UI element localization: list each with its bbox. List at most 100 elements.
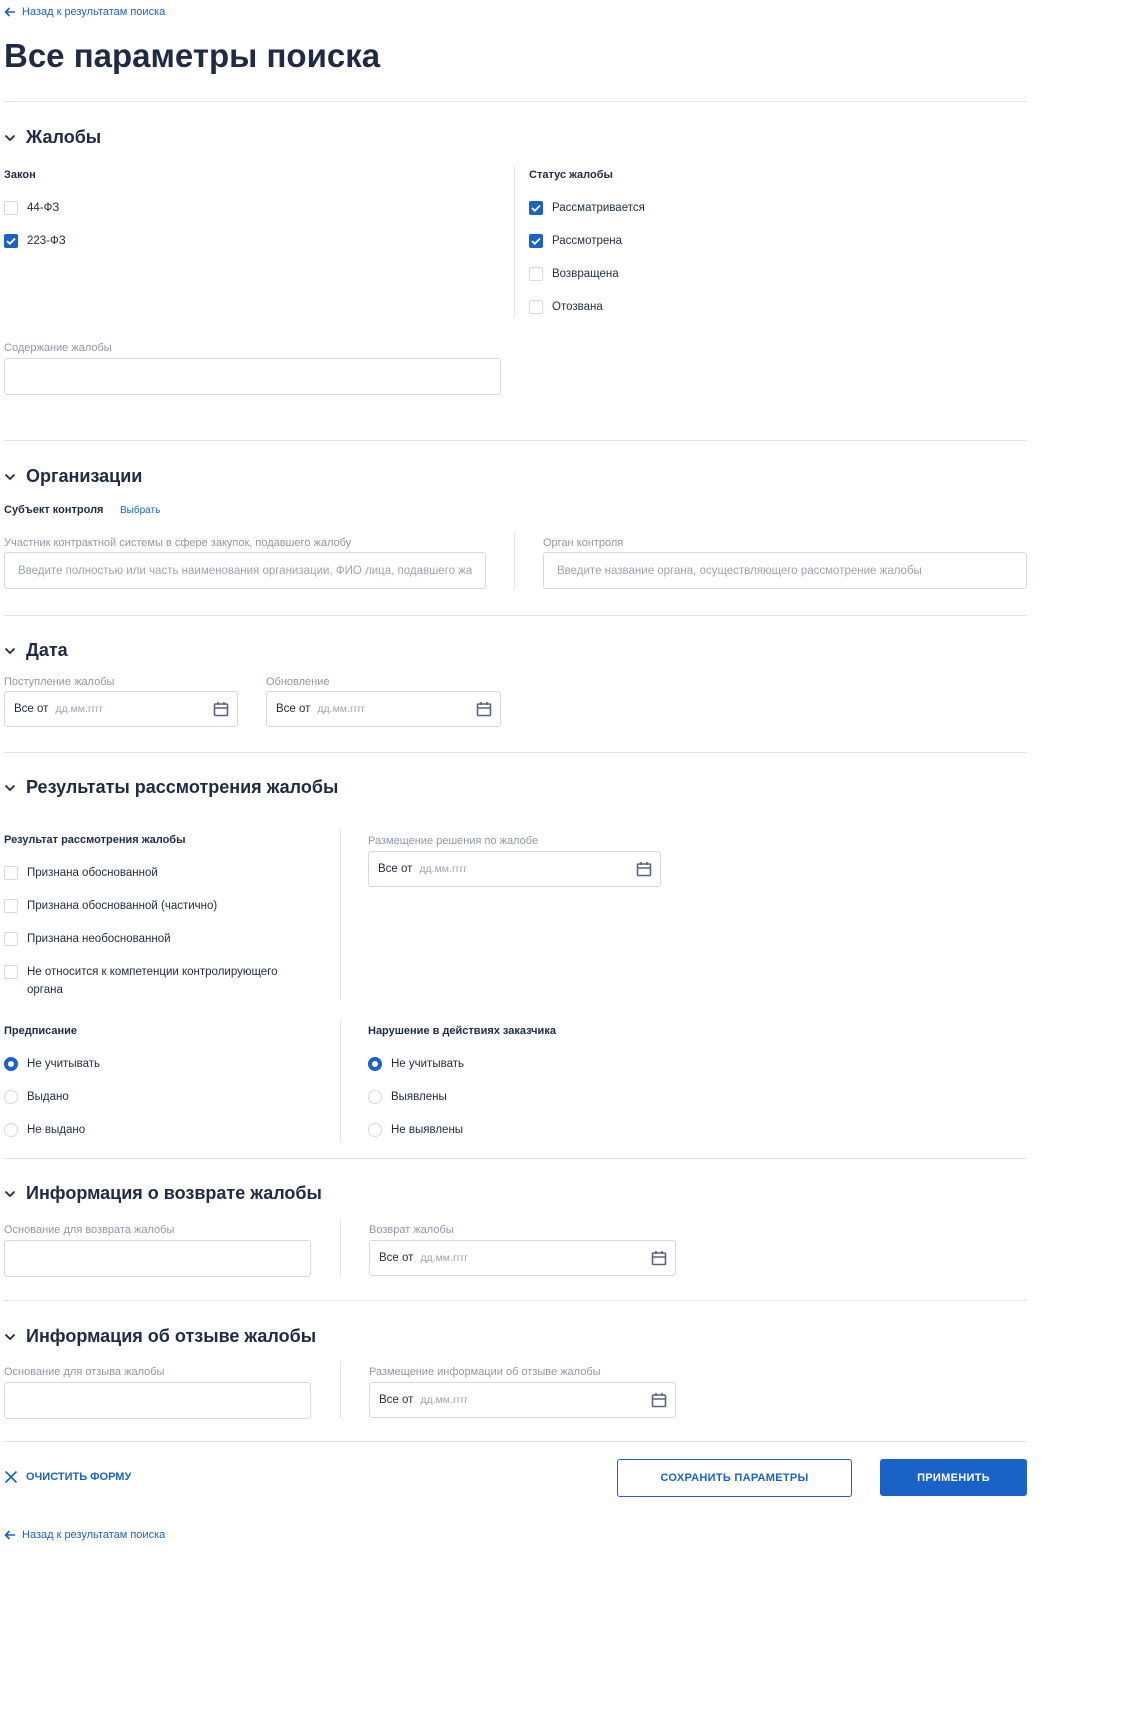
result-option-justified[interactable]: Признана обоснованной bbox=[4, 864, 158, 882]
complaint-content-input[interactable] bbox=[4, 358, 501, 395]
prescription-option-ignore[interactable]: Не учитывать bbox=[4, 1055, 100, 1073]
option-label: Не учитывать bbox=[391, 1058, 464, 1070]
status-option-returned[interactable]: Возвращена bbox=[529, 265, 619, 283]
option-label: 223-ФЗ bbox=[27, 235, 66, 247]
checkbox[interactable] bbox=[4, 201, 18, 215]
section-title: Результаты рассмотрения жалобы bbox=[26, 777, 339, 797]
calendar-icon[interactable] bbox=[476, 701, 492, 717]
section-header-complaints[interactable]: Жалобы bbox=[4, 127, 101, 148]
control-authority-input[interactable] bbox=[543, 552, 1027, 589]
calendar-icon[interactable] bbox=[636, 861, 652, 877]
option-label: Не учитывать bbox=[27, 1058, 100, 1070]
back-link-label: Назад к результатам поиска bbox=[22, 6, 166, 18]
return-date-picker[interactable]: Все от дд.мм.гггг bbox=[369, 1240, 676, 1276]
section-header-withdrawal-info[interactable]: Информация об отзыве жалобы bbox=[4, 1326, 316, 1347]
section-header-date[interactable]: Дата bbox=[4, 640, 68, 661]
section-title: Организации bbox=[26, 466, 143, 486]
withdrawal-date-label: Размещение информации об отзыве жалобы bbox=[369, 1366, 601, 1378]
apply-button[interactable]: ПРИМЕНИТЬ bbox=[880, 1459, 1027, 1496]
checkbox[interactable] bbox=[4, 866, 18, 880]
decision-date-label: Размещение решения по жалобе bbox=[368, 835, 539, 847]
date-placeholder: дд.мм.гггг bbox=[55, 703, 104, 715]
radio[interactable] bbox=[4, 1123, 18, 1137]
option-label: Признана обоснованной (частично) bbox=[27, 900, 218, 912]
date-prefix: Все от bbox=[379, 1252, 414, 1264]
checkbox[interactable] bbox=[4, 899, 18, 913]
option-label: Не относится к компетенции контролирующе… bbox=[27, 966, 278, 996]
divider bbox=[4, 752, 1027, 753]
withdrawal-date-picker[interactable]: Все от дд.мм.гггг bbox=[369, 1382, 676, 1418]
date-placeholder: дд.мм.гггг bbox=[419, 863, 468, 875]
updated-date-picker[interactable]: Все от дд.мм.гггг bbox=[266, 691, 501, 727]
violation-option-found[interactable]: Выявлены bbox=[368, 1088, 447, 1106]
checkbox-checked[interactable] bbox=[529, 201, 543, 215]
violation-option-ignore[interactable]: Не учитывать bbox=[368, 1055, 464, 1073]
calendar-icon[interactable] bbox=[651, 1250, 667, 1266]
participant-input[interactable] bbox=[4, 552, 486, 589]
column-divider bbox=[340, 1361, 341, 1419]
date-prefix: Все от bbox=[379, 1394, 414, 1406]
divider bbox=[4, 1158, 1027, 1159]
checkbox[interactable] bbox=[529, 267, 543, 281]
radio-selected[interactable] bbox=[4, 1057, 18, 1071]
prescription-option-issued[interactable]: Выдано bbox=[4, 1088, 69, 1106]
calendar-icon[interactable] bbox=[651, 1392, 667, 1408]
control-subject-label: Субъект контроля bbox=[4, 504, 104, 516]
status-option-reviewing[interactable]: Рассматривается bbox=[529, 199, 645, 217]
result-option-out-of-competence[interactable]: Не относится к компетенции контролирующе… bbox=[4, 963, 314, 999]
prescription-option-not-issued[interactable]: Не выдано bbox=[4, 1121, 85, 1139]
section-title: Жалобы bbox=[26, 127, 102, 147]
violation-option-not-found[interactable]: Не выявлены bbox=[368, 1121, 463, 1139]
section-title: Дата bbox=[26, 640, 68, 660]
date-prefix: Все от bbox=[378, 863, 413, 875]
clear-form-label: ОЧИСТИТЬ ФОРМУ bbox=[26, 1471, 132, 1483]
divider bbox=[4, 1300, 1027, 1301]
divider bbox=[4, 615, 1027, 616]
result-option-unjustified[interactable]: Признана необоснованной bbox=[4, 930, 171, 948]
save-parameters-button[interactable]: СОХРАНИТЬ ПАРАМЕТРЫ bbox=[617, 1459, 852, 1497]
result-option-partially-justified[interactable]: Признана обоснованной (частично) bbox=[4, 897, 217, 915]
result-group-label: Результат рассмотрения жалобы bbox=[4, 834, 186, 846]
section-header-return-info[interactable]: Информация о возврате жалобы bbox=[4, 1183, 322, 1204]
calendar-icon[interactable] bbox=[213, 701, 229, 717]
decision-date-picker[interactable]: Все от дд.мм.гггг bbox=[368, 851, 661, 887]
date-placeholder: дд.мм.гггг bbox=[317, 703, 366, 715]
return-basis-input[interactable] bbox=[4, 1240, 311, 1277]
section-header-results[interactable]: Результаты рассмотрения жалобы bbox=[4, 777, 338, 798]
status-option-withdrawn[interactable]: Отозвана bbox=[529, 298, 603, 316]
status-option-reviewed[interactable]: Рассмотрена bbox=[529, 232, 622, 250]
checkbox-checked[interactable] bbox=[529, 234, 543, 248]
chevron-down-icon bbox=[4, 1333, 16, 1340]
radio[interactable] bbox=[4, 1090, 18, 1104]
radio-selected[interactable] bbox=[368, 1057, 382, 1071]
divider bbox=[4, 440, 1027, 441]
withdrawal-basis-input[interactable] bbox=[4, 1382, 311, 1419]
section-title: Информация об отзыве жалобы bbox=[26, 1326, 317, 1346]
option-label: Выдано bbox=[27, 1091, 69, 1103]
option-label: Отозвана bbox=[552, 301, 603, 313]
clear-form-button[interactable]: ОЧИСТИТЬ ФОРМУ bbox=[4, 1470, 131, 1484]
check-icon bbox=[531, 237, 541, 245]
column-divider bbox=[340, 830, 341, 1000]
section-header-organizations[interactable]: Организации bbox=[4, 466, 142, 487]
received-date-picker[interactable]: Все от дд.мм.гггг bbox=[4, 691, 238, 727]
checkbox-checked[interactable] bbox=[4, 234, 18, 248]
participant-field-label: Участник контрактной системы в сфере зак… bbox=[4, 537, 352, 549]
checkbox[interactable] bbox=[4, 965, 18, 979]
checkbox[interactable] bbox=[529, 300, 543, 314]
back-to-results-link-bottom[interactable]: Назад к результатам поиска bbox=[4, 1529, 165, 1541]
back-to-results-link-top[interactable]: Назад к результатам поиска bbox=[4, 6, 165, 18]
check-icon bbox=[6, 237, 16, 245]
law-option-223fz[interactable]: 223-ФЗ bbox=[4, 232, 66, 250]
option-label: Рассмотрена bbox=[552, 235, 623, 247]
arrow-left-icon bbox=[4, 7, 15, 17]
radio[interactable] bbox=[368, 1123, 382, 1137]
date-placeholder: дд.мм.гггг bbox=[420, 1394, 469, 1406]
back-link-label: Назад к результатам поиска bbox=[22, 1529, 166, 1541]
law-option-44fz[interactable]: 44-ФЗ bbox=[4, 199, 59, 217]
checkbox[interactable] bbox=[4, 932, 18, 946]
close-icon bbox=[4, 1470, 18, 1484]
choose-subject-link[interactable]: Выбрать bbox=[120, 505, 160, 516]
radio[interactable] bbox=[368, 1090, 382, 1104]
option-label: Не выдано bbox=[27, 1124, 86, 1136]
